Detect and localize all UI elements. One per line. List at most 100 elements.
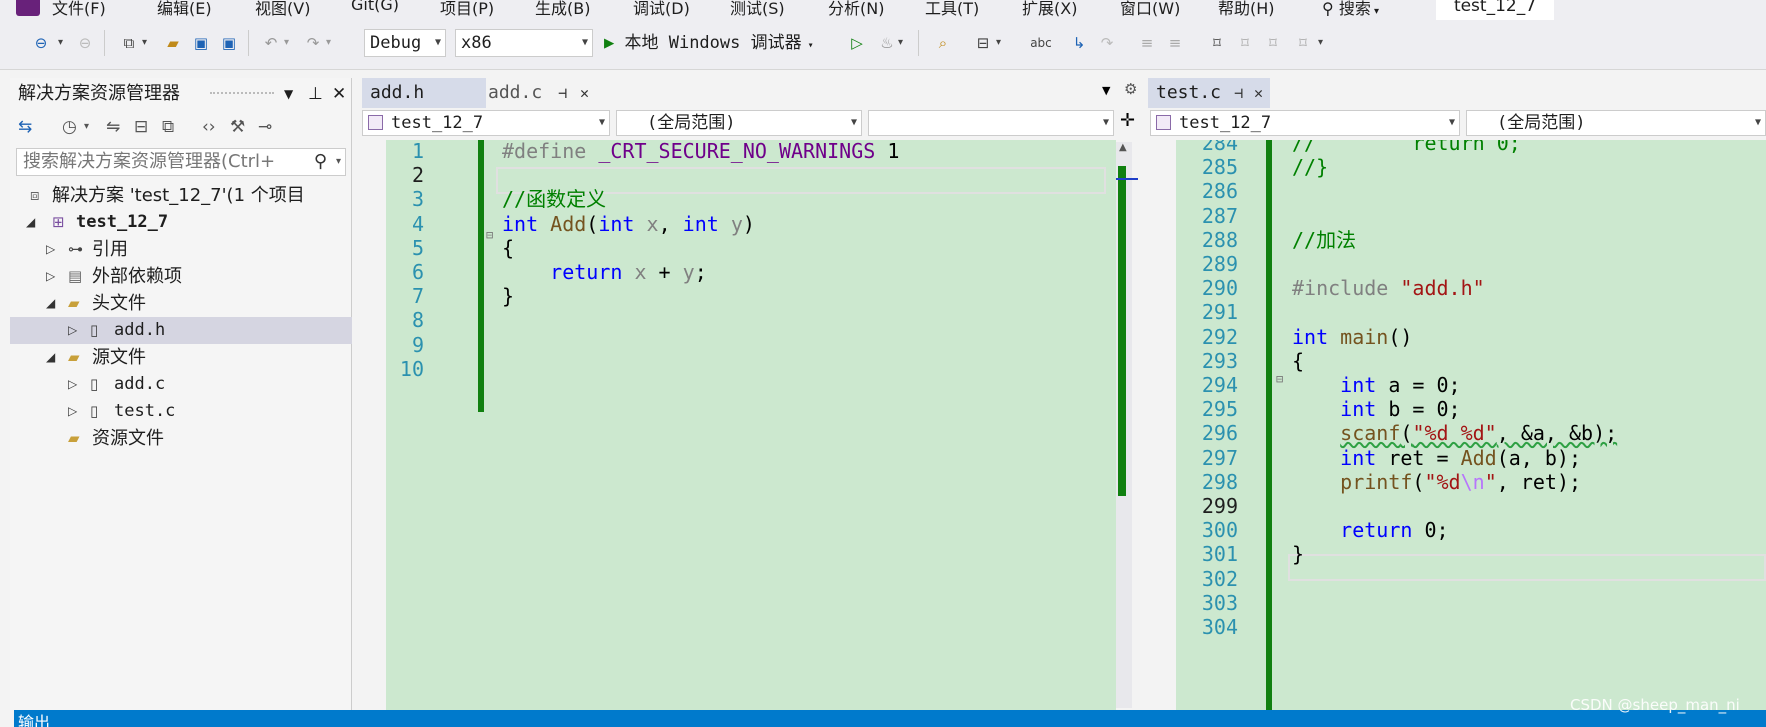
view-code-icon[interactable]: ‹› — [202, 117, 216, 137]
collapse-all-icon[interactable]: ⊟ — [134, 117, 148, 137]
step-into-icon[interactable]: ↳ — [1068, 32, 1090, 54]
tree-item-source-files[interactable]: ◢ ▰ 源文件 — [10, 344, 352, 371]
menu-help[interactable]: 帮助(H) — [1218, 0, 1275, 19]
save-icon[interactable]: ▣ — [190, 32, 212, 54]
menu-project[interactable]: 项目(P) — [440, 0, 494, 19]
close-icon[interactable]: ✕ — [580, 78, 589, 108]
scope-dropdown[interactable]: (全局范围) ▼ — [616, 110, 862, 136]
platform-dropdown[interactable]: x86 ▼ — [455, 29, 593, 57]
redo-dropdown-icon[interactable]: ▾ — [326, 32, 331, 54]
clear-bookmarks-icon[interactable]: ⌑ — [1292, 32, 1314, 54]
tree-item-test-c[interactable]: ▷ ▯ test.c — [10, 398, 352, 425]
tree-item-external-deps[interactable]: ▷ ▤ 外部依赖项 — [10, 263, 352, 290]
undo-dropdown-icon[interactable]: ▾ — [284, 32, 289, 54]
tree-item-references[interactable]: ▷ ⊶ 引用 — [10, 236, 352, 263]
switch-views-icon[interactable]: ⇆ — [18, 117, 32, 137]
expand-arrow-icon[interactable]: ▷ — [46, 236, 55, 263]
collapse-arrow-icon[interactable]: ◢ — [46, 290, 55, 317]
sync-with-active-document-icon[interactable]: ⇋ — [106, 117, 120, 137]
start-debugging-button[interactable]: ▶ 本地 Windows 调试器 ▾ — [604, 30, 814, 59]
find-in-files-icon[interactable]: ⌕ — [932, 32, 954, 54]
member-dropdown[interactable]: ▼ — [868, 110, 1114, 136]
expand-arrow-icon[interactable]: ▷ — [46, 263, 55, 290]
new-dropdown-icon[interactable]: ▾ — [142, 32, 147, 54]
pending-changes-filter-icon[interactable]: ◷ — [62, 117, 77, 137]
menu-view[interactable]: 视图(V) — [255, 0, 310, 19]
forward-icon[interactable]: ⊖ — [74, 32, 96, 54]
redo-icon[interactable]: ↷ — [302, 32, 324, 54]
start-without-debugging-icon[interactable]: ▷ — [846, 32, 868, 54]
tree-item-project[interactable]: ◢ ⊞ test_12_7 — [10, 209, 352, 236]
tree-item-solution[interactable]: ⧈ 解决方案 'test_12_7'(1 个项目 — [10, 182, 352, 209]
back-dropdown-icon[interactable]: ▾ — [58, 32, 63, 54]
menu-build[interactable]: 生成(B) — [535, 0, 590, 19]
code-editor-add-h[interactable]: ⊟ 1 #define _CRT_SECURE_NO_WARNINGS 1 2 3//… — [386, 140, 1116, 710]
back-icon[interactable]: ⊖ — [30, 32, 52, 54]
pin-icon[interactable]: ⊣ — [558, 78, 567, 108]
drag-grip[interactable] — [210, 92, 274, 96]
code-line: 8 — [386, 307, 1106, 334]
undo-icon[interactable]: ↶ — [260, 32, 282, 54]
scroll-up-icon[interactable]: ▲ — [1119, 142, 1127, 153]
save-all-icon[interactable]: ▣ — [218, 32, 240, 54]
pin-icon[interactable]: ⊣ — [1234, 78, 1243, 108]
bookmark-icon[interactable]: ⌑ — [1206, 32, 1228, 54]
solution-explorer-search-input[interactable]: 搜索解决方案资源管理器(Ctrl+ ⚲ ▾ — [16, 148, 346, 176]
code-editor-test-c[interactable]: ⊟ 284// return 0; 285//} 286 287 288//加法 289 2… — [1176, 140, 1766, 710]
collapse-arrow-icon[interactable]: ◢ — [26, 209, 35, 236]
menu-file[interactable]: 文件(F) — [52, 0, 106, 19]
uncomment-lines-icon[interactable]: ≡ — [1164, 32, 1186, 54]
search-box[interactable]: ⚲ 搜索 ▾ — [1322, 0, 1379, 19]
tab-list-dropdown-icon[interactable]: ▼ — [1102, 84, 1110, 97]
window-position-icon[interactable]: ▼ — [284, 78, 293, 110]
preview-selected-items-icon[interactable]: ⊸ — [258, 117, 272, 137]
collapse-arrow-icon[interactable]: ◢ — [46, 344, 55, 371]
tree-item-resource-files[interactable]: ▰ 资源文件 — [10, 425, 352, 452]
scrollbar-thumb[interactable] — [1118, 166, 1126, 496]
hot-reload-dropdown-icon[interactable]: ▾ — [898, 32, 903, 54]
tab-add-c[interactable]: add.c ⊣ ✕ — [480, 78, 604, 108]
tree-item-header-files[interactable]: ◢ ▰ 头文件 — [10, 290, 352, 317]
menu-git[interactable]: Git(G) — [351, 0, 399, 14]
menu-edit[interactable]: 编辑(E) — [157, 0, 212, 19]
prev-bookmark-icon[interactable]: ⌑ — [1234, 32, 1256, 54]
output-pane-header[interactable]: 输出 — [14, 710, 1766, 727]
split-window-icon[interactable]: ✛ — [1120, 110, 1135, 131]
comment-lines-icon[interactable]: ≡ — [1136, 32, 1158, 54]
show-all-files-icon[interactable]: ⧉ — [162, 117, 174, 137]
menu-window[interactable]: 窗口(W) — [1120, 0, 1180, 19]
menu-extensions[interactable]: 扩展(X) — [1022, 0, 1077, 19]
scope-dropdown[interactable]: (全局范围) ▼ — [1466, 110, 1766, 136]
menu-tools[interactable]: 工具(T) — [925, 0, 979, 19]
tab-test-c[interactable]: test.c ⊣ ✕ — [1148, 78, 1270, 108]
tab-add-h[interactable]: add.h — [362, 78, 486, 108]
properties-icon[interactable]: ⚒ — [230, 117, 245, 137]
expand-arrow-icon[interactable]: ▷ — [68, 371, 77, 398]
close-icon[interactable]: ✕ — [332, 78, 346, 110]
new-project-icon[interactable]: ⧉ — [118, 32, 140, 54]
hot-reload-icon[interactable]: ♨ — [876, 32, 898, 54]
left-editor-scrollbar[interactable]: ▲ — [1116, 142, 1138, 708]
close-icon[interactable]: ✕ — [1254, 78, 1263, 108]
window-layout-icon[interactable]: ⊟ — [972, 32, 994, 54]
tree-item-add-h[interactable]: ▷ ▯ add.h — [10, 317, 352, 344]
pin-icon[interactable]: ⊥ — [308, 78, 323, 110]
settings-icon[interactable]: ⚙ — [1124, 80, 1137, 98]
next-bookmark-icon[interactable]: ⌑ — [1262, 32, 1284, 54]
open-folder-icon[interactable]: ▰ — [162, 32, 184, 54]
step-over-icon[interactable]: ↷ — [1096, 32, 1118, 54]
configuration-dropdown[interactable]: Debug ▼ — [364, 29, 446, 57]
expand-arrow-icon[interactable]: ▷ — [68, 317, 77, 344]
project-dropdown[interactable]: test_12_7 ▼ — [362, 110, 610, 136]
tree-item-add-c[interactable]: ▷ ▯ add.c — [10, 371, 352, 398]
filter-dropdown-icon[interactable]: ▾ — [84, 121, 89, 132]
menu-analyze[interactable]: 分析(N) — [828, 0, 884, 19]
menu-debug[interactable]: 调试(D) — [633, 0, 690, 19]
spell-check-icon[interactable]: abc — [1030, 32, 1052, 54]
toolbar-options-icon[interactable]: ▾ — [1318, 32, 1323, 54]
project-dropdown[interactable]: test_12_7 ▼ — [1150, 110, 1460, 136]
layout-dropdown-icon[interactable]: ▾ — [996, 32, 1001, 54]
menu-test[interactable]: 测试(S) — [730, 0, 785, 19]
solution-explorer-title-bar: 解决方案资源管理器 ▼ ⊥ ✕ — [10, 78, 352, 110]
expand-arrow-icon[interactable]: ▷ — [68, 398, 77, 425]
